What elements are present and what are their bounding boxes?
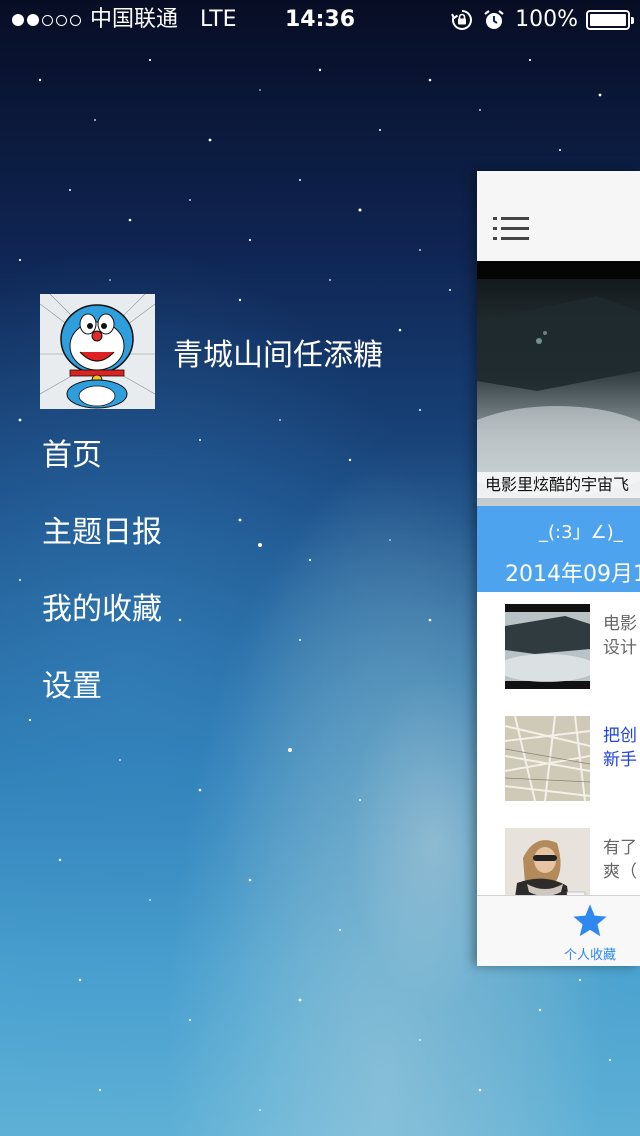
hero-image [477,261,640,506]
doraemon-avatar-icon [40,294,155,409]
news-title: 电影 设计 [603,614,637,658]
news-title: 有了 爽（ [603,838,637,882]
tab-bar: 个人收藏 [477,895,640,966]
battery-icon [586,10,634,30]
side-menu: 首页 主题日报 我的收藏 设置 [42,432,162,740]
section-date: 2014年09月1 [505,562,640,587]
list-item[interactable]: 电影 设计 [477,592,640,704]
list-item[interactable]: 把创 新手 [477,704,640,816]
star-icon [573,904,607,937]
news-title: 把创 新手 [603,726,637,770]
date-header: _(:3」∠)_ 2014年09月1 [477,506,640,592]
main-content-panel[interactable]: 电影里炫酷的宇宙飞 _(:3」∠)_ 2014年09月1 电影 设计 把创 新手… [477,171,640,966]
menu-item-settings[interactable]: 设置 [42,663,162,740]
banner-kaomoji: _(:3」∠)_ [539,522,623,543]
menu-icon[interactable] [493,215,529,243]
news-thumbnail [505,716,590,801]
hero-banner[interactable]: 电影里炫酷的宇宙飞 [477,261,640,506]
battery-percentage: 100% [515,7,578,32]
hero-caption: 电影里炫酷的宇宙飞 [477,472,640,498]
news-thumbnail [505,604,590,689]
status-bar: 中国联通 LTE 14:36 100% [0,0,640,40]
menu-item-topic-daily[interactable]: 主题日报 [42,509,162,586]
tab-label: 个人收藏 [563,948,616,963]
username[interactable]: 青城山间任添糖 [173,330,383,374]
user-avatar[interactable] [40,294,155,409]
rotation-lock-icon [451,10,473,30]
menu-item-home[interactable]: 首页 [42,432,162,509]
menu-item-favorites[interactable]: 我的收藏 [42,586,162,663]
tab-favorites[interactable]: 个人收藏 [555,902,625,963]
alarm-icon [484,10,504,29]
navigation-bar [477,171,640,262]
